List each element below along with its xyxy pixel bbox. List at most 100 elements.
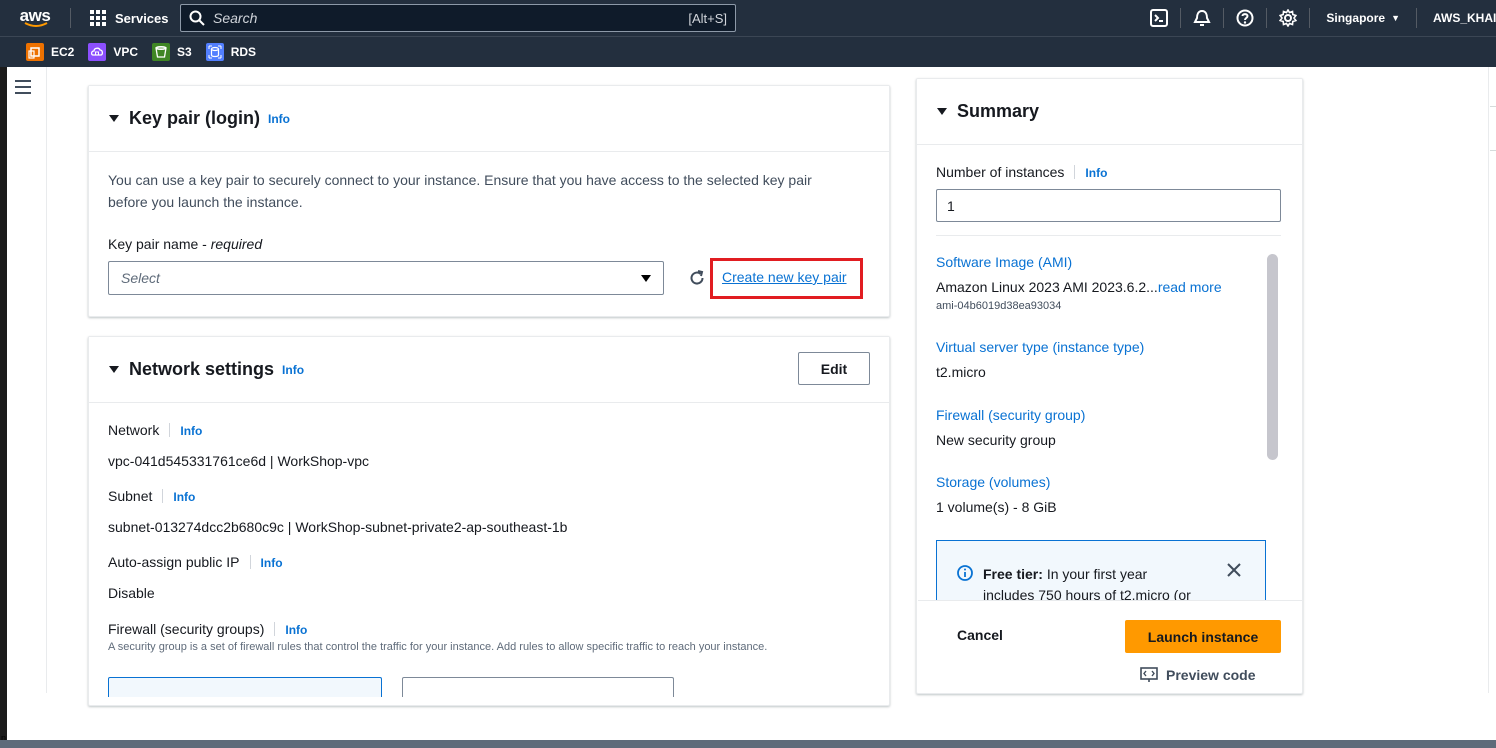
account-menu[interactable]: AWS_KHAI [1417,11,1496,25]
free-tier-text: Free tier: In your first year [983,566,1147,582]
services-menu-button[interactable]: Services [71,0,181,36]
help-button[interactable] [1227,0,1263,36]
required-text: required [210,236,263,252]
key-pair-name-text: Key pair name [108,236,199,252]
nav-separator [1180,8,1182,28]
favorite-s3-label: S3 [177,45,192,59]
summary-title: Summary [957,101,1040,121]
network-value: vpc-041d545331761ce6d | WorkShop-vpc [108,453,369,469]
edit-button[interactable]: Edit [798,352,870,385]
grid-icon [90,10,106,26]
label-separator [162,489,164,503]
key-pair-info-link[interactable]: Info [268,112,290,126]
right-panel-line [1490,106,1496,107]
region-selector[interactable]: Singapore ▼ [1310,11,1416,25]
firewall-info-link[interactable]: Info [285,623,307,637]
firewall-label: Firewall (security groups) Info [108,621,307,637]
network-info-link[interactable]: Info [282,363,304,377]
favorite-vpc-label: VPC [113,45,139,59]
ami-value-text: Amazon Linux 2023 AMI 2023.6.2... [936,279,1158,295]
instance-type-value: t2.micro [936,364,986,380]
nav-separator [1266,8,1268,28]
nav-right-group: Singapore ▼ AWS_KHAI [1138,0,1496,36]
preview-code-icon [1140,667,1158,682]
key-pair-description: You can use a key pair to securely conne… [108,172,812,210]
side-divider [46,67,47,693]
key-pair-name-label: Key pair name - required [108,236,263,252]
preview-code-button[interactable]: Preview code [1140,667,1256,683]
firewall-create-option[interactable] [108,677,382,697]
caret-down-icon [109,366,119,373]
key-pair-select-placeholder: Select [121,270,160,286]
launch-instance-button[interactable]: Launch instance [1125,620,1281,653]
side-nav-toggle[interactable] [15,80,31,99]
ec2-icon [26,43,44,61]
search-input[interactable]: Search [Alt+S] [180,4,736,32]
favorite-ec2[interactable]: EC2 [26,43,74,61]
cancel-button[interactable]: Cancel [957,627,1003,643]
read-more-link[interactable]: read more [1158,279,1222,295]
nav-separator [1223,8,1225,28]
subnet-label-text: Subnet [108,488,153,504]
dropdown-caret-icon [641,274,651,282]
key-pair-header[interactable]: Key pair (login) Info [89,86,889,152]
vpc-icon [88,43,107,61]
menu-icon [15,80,31,94]
label-separator [1074,165,1076,179]
ami-value: Amazon Linux 2023 AMI 2023.6.2...read mo… [936,279,1222,295]
summary-header[interactable]: Summary [917,79,1302,145]
aws-smile-icon [24,22,48,27]
favorite-s3[interactable]: S3 [152,43,192,61]
storage-link[interactable]: Storage (volumes) [936,474,1050,490]
storage-value: 1 volume(s) - 8 GiB [936,499,1057,515]
top-navigation: aws Services Search [Alt+S] Singapore ▼ … [0,0,1496,36]
aws-logo[interactable]: aws [0,0,70,36]
refresh-button[interactable] [688,269,706,292]
settings-button[interactable] [1270,0,1306,36]
instances-info-link[interactable]: Info [1085,166,1107,180]
key-pair-title: Key pair (login) [129,108,261,128]
firewall-summary-link[interactable]: Firewall (security group) [936,407,1085,423]
label-separator [249,555,251,569]
public-ip-info-link[interactable]: Info [261,556,283,570]
network-settings-title: Network settings [129,359,275,379]
network-settings-header[interactable]: Network settings Info [89,337,889,403]
free-tier-bold: Free tier: [983,566,1043,582]
summary-scrollbar[interactable] [1267,254,1278,460]
network-field-info-link[interactable]: Info [180,424,202,438]
search-shortcut: [Alt+S] [688,10,727,26]
number-of-instances-input[interactable]: 1 [936,189,1281,222]
favorite-vpc[interactable]: VPC [88,43,138,61]
close-icon[interactable] [1227,563,1241,577]
key-pair-select[interactable]: Select [108,261,664,295]
favorite-ec2-label: EC2 [51,45,75,59]
caret-down-icon [109,115,119,122]
number-of-instances-label: Number of instances Info [936,164,1107,180]
right-divider [1488,67,1489,693]
subnet-label: Subnet Info [108,488,195,504]
notifications-button[interactable] [1184,0,1220,36]
subnet-info-link[interactable]: Info [173,490,195,504]
services-label: Services [115,10,169,26]
region-label: Singapore [1326,11,1386,25]
window-left-edge [0,67,7,741]
firewall-select-option[interactable] [402,677,674,697]
cloudshell-icon [1150,9,1169,27]
create-new-key-pair-link[interactable]: Create new key pair [722,269,847,285]
firewall-description: A security group is a set of firewall ru… [108,641,768,653]
cloudshell-button[interactable] [1141,0,1177,36]
window-bottom-edge [0,740,1496,748]
ami-link[interactable]: Software Image (AMI) [936,254,1072,270]
help-icon [1236,9,1254,27]
bell-icon [1193,9,1212,26]
favorite-rds[interactable]: RDS [205,43,256,61]
public-ip-label-text: Auto-assign public IP [108,554,240,570]
network-label: Network Info [108,422,202,438]
caret-down-icon: ▼ [1391,13,1400,23]
summary-divider [936,235,1281,236]
firewall-summary-value: New security group [936,432,1056,448]
right-panel-line [1490,150,1496,151]
instances-label-text: Number of instances [936,164,1065,180]
label-separator [169,423,171,437]
instance-type-link[interactable]: Virtual server type (instance type) [936,339,1144,355]
